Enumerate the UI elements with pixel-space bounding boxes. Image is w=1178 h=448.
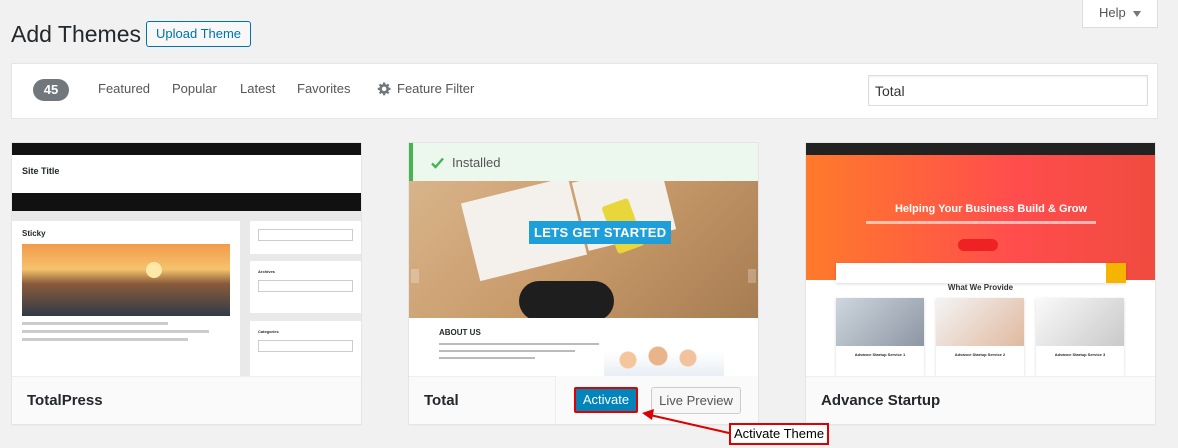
theme-card-total[interactable]: Installed LETS GET STARTED ABOUT US Tota… [408,142,759,425]
theme-name: TotalPress [12,376,361,424]
filter-featured[interactable]: Featured [98,81,150,96]
preview-header: Site Title [12,155,361,193]
preview-hero-title: LETS GET STARTED [529,221,672,244]
filter-favorites[interactable]: Favorites [297,81,350,96]
preview-headline: Helping Your Business Build & Grow [894,203,1088,215]
preview-sunset-image [22,244,230,316]
theme-card-advance-startup[interactable]: Helping Your Business Build & Grow What … [805,142,1156,425]
preview-sidebar-search [250,221,361,254]
preview-arrow-left-icon [411,269,419,283]
caret-down-icon [1132,10,1141,17]
gear-icon [377,82,391,96]
filter-popular[interactable]: Popular [172,81,217,96]
live-preview-button[interactable]: Live Preview [651,387,741,414]
preview-about-lines [439,343,599,364]
feature-filter-label: Feature Filter [397,81,475,96]
preview-topbar [12,143,361,155]
preview-nav [12,193,361,211]
theme-count-badge: 45 [33,79,69,101]
theme-filter-bar: 45 Featured Popular Latest Favorites Fea… [11,63,1158,119]
preview-arrow-right-icon [748,269,756,283]
preview-search-icon [1106,263,1126,283]
preview-nav [836,263,1126,283]
checkmark-icon [431,157,444,169]
preview-cta [958,239,998,251]
installed-notice: Installed [409,143,758,181]
feature-filter-link[interactable]: Feature Filter [377,81,474,96]
help-label: Help [1099,5,1126,20]
theme-screenshot[interactable]: Site Title Sticky Archives Categories [12,143,361,376]
search-themes-input[interactable] [868,75,1148,106]
page-title: Add Themes [11,21,141,47]
preview-sidebar-archives: Archives [250,261,361,313]
theme-screenshot[interactable]: Installed LETS GET STARTED ABOUT US [409,143,758,376]
preview-body: Sticky Archives Categories [12,211,361,376]
upload-theme-button[interactable]: Upload Theme [146,21,252,47]
theme-name: Total [409,376,555,424]
theme-actions: Activate Live Preview [555,376,758,424]
theme-screenshot[interactable]: Helping Your Business Build & Grow What … [806,143,1155,376]
preview-about: ABOUT US [409,318,758,376]
preview-sidebar-categories: Categories [250,321,361,376]
preview-people-image [604,336,724,376]
preview-text-lines [22,322,230,341]
installed-label: Installed [452,155,501,170]
preview-hero: Helping Your Business Build & Grow [806,155,1155,283]
filter-latest[interactable]: Latest [240,81,275,96]
preview-service-card: Advance Startup Service 1 [836,298,924,376]
preview-about-heading: ABOUT US [439,328,481,337]
preview-service-card: Advance Startup Service 3 [1036,298,1124,376]
help-tab[interactable]: Help [1082,0,1158,28]
preview-main: Sticky [12,221,240,376]
activate-button[interactable]: Activate [574,387,638,413]
preview-post-title: Sticky [22,229,46,238]
preview-service-card: Advance Startup Service 2 [936,298,1024,376]
preview-section-title: What We Provide [947,283,1014,292]
preview-subline [866,221,1096,224]
preview-topbar [806,143,1155,155]
annotation-label: Activate Theme [729,423,830,445]
preview-site-title: Site Title [22,166,60,176]
preview-mousepad [519,281,614,321]
preview-hero: LETS GET STARTED [409,161,758,321]
theme-card-totalpress[interactable]: Site Title Sticky Archives Categories To… [11,142,362,425]
theme-name: Advance Startup [806,376,1155,424]
